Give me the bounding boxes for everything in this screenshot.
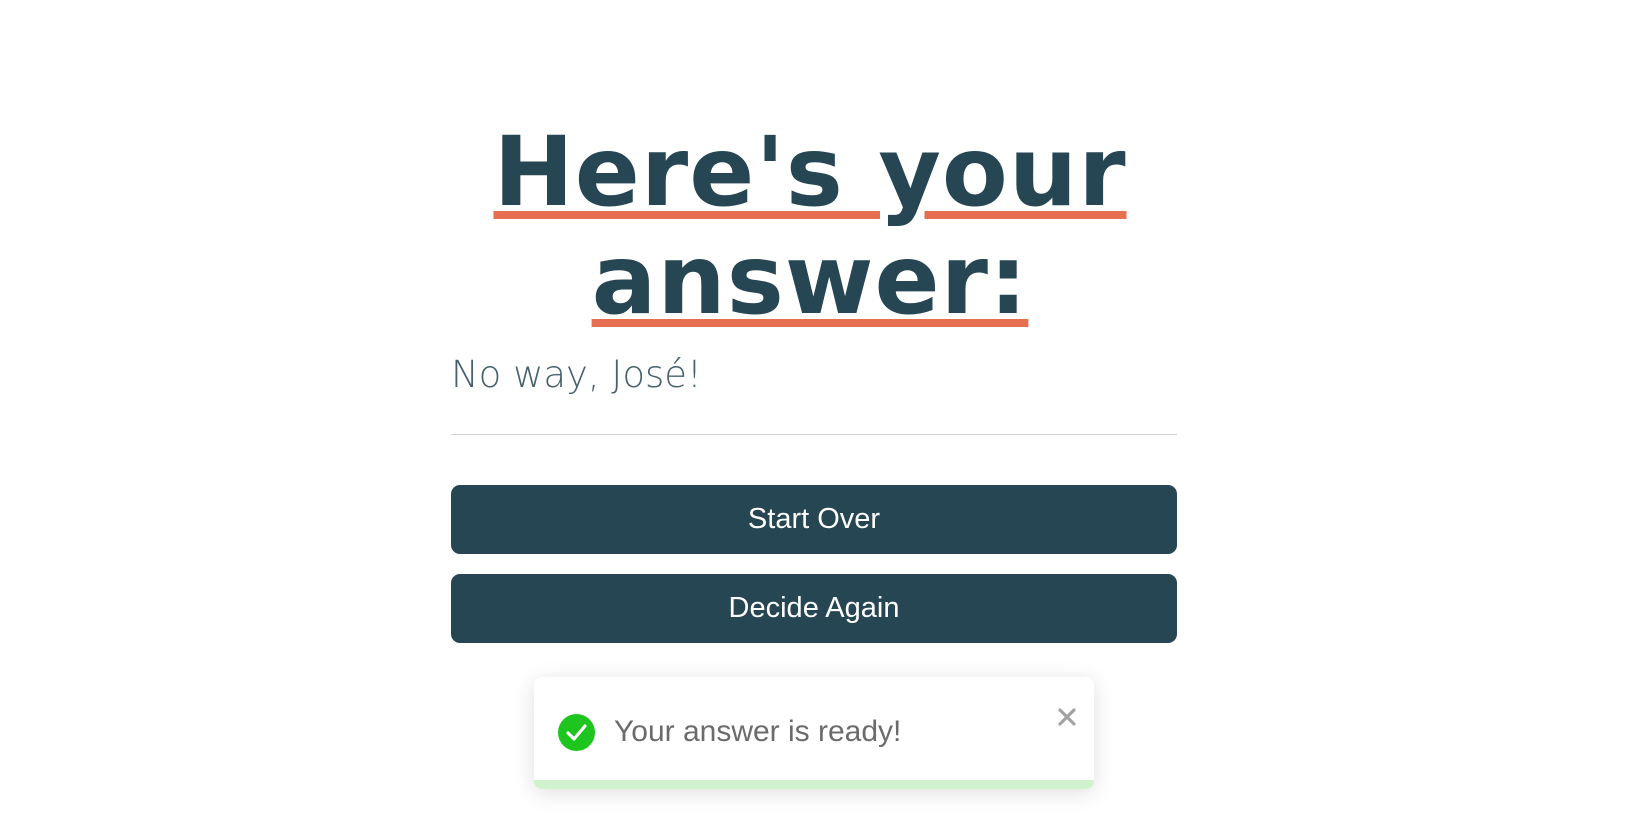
close-icon[interactable] xyxy=(1050,700,1084,734)
divider xyxy=(451,434,1177,435)
page: Here's your answer: No way, José! Start O… xyxy=(0,0,1632,816)
answer-text: No way, José! xyxy=(451,353,702,396)
check-circle-icon xyxy=(558,714,595,751)
page-title: Here's your answer: xyxy=(450,118,1170,334)
title-line-2: answer: xyxy=(591,224,1029,336)
toast-progress-bar xyxy=(534,780,1094,789)
start-over-button[interactable]: Start Over xyxy=(451,485,1177,554)
title-line-1: Here's your xyxy=(493,116,1127,228)
toast-message: Your answer is ready! xyxy=(614,715,902,748)
decide-again-button[interactable]: Decide Again xyxy=(451,574,1177,643)
toast-notification: Your answer is ready! xyxy=(534,677,1094,789)
